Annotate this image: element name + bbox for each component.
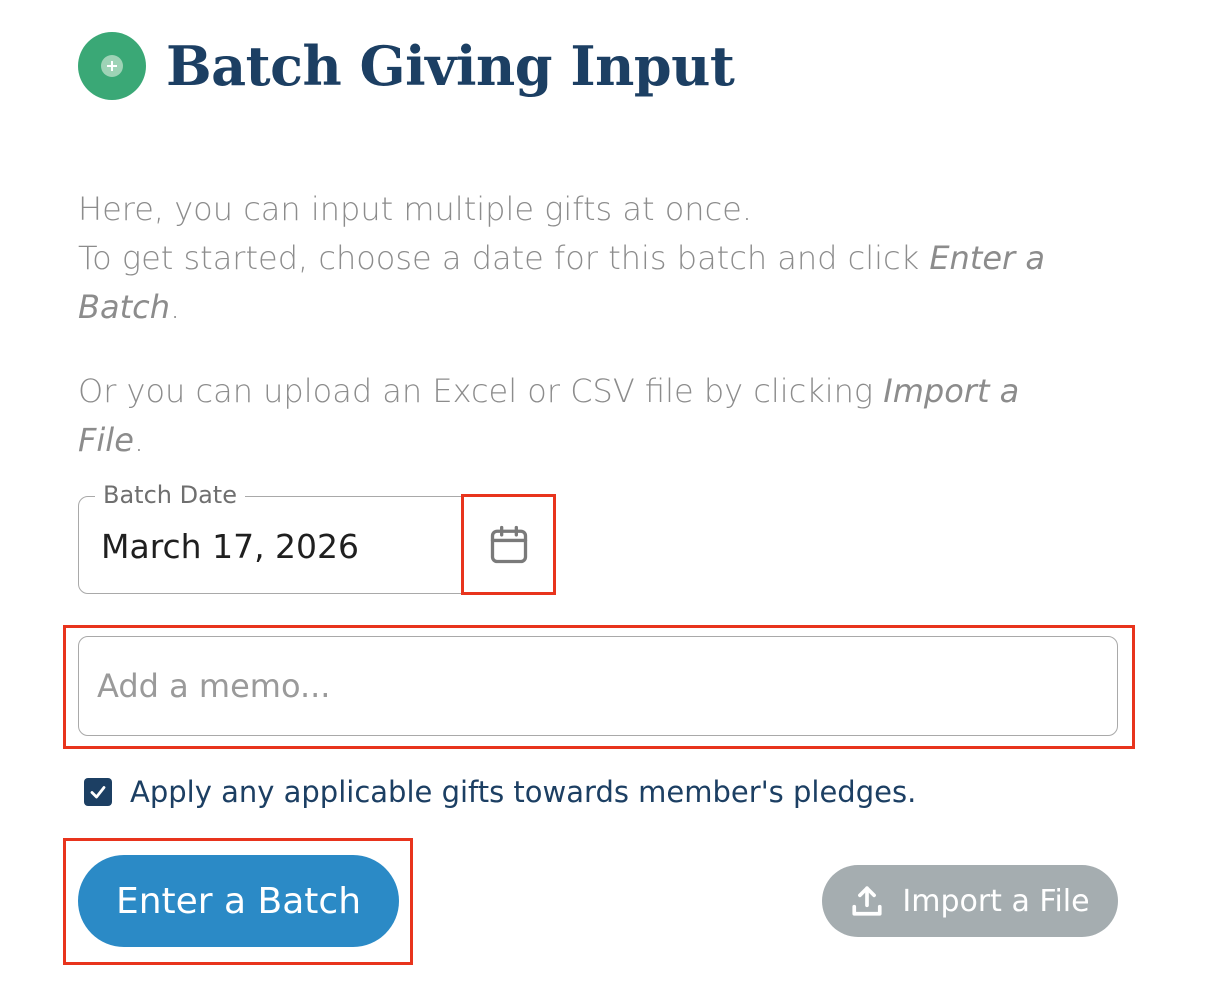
- calendar-button[interactable]: [461, 494, 556, 595]
- import-file-button[interactable]: Import a File: [822, 865, 1118, 937]
- intro-line-2: To get started, choose a date for this b…: [78, 239, 1045, 326]
- intro-line-1: Here, you can input multiple gifts at on…: [78, 190, 753, 228]
- batch-giving-page: Batch Giving Input Here, you can input m…: [0, 0, 1224, 1000]
- page-title: Batch Giving Input: [166, 34, 735, 98]
- checkmark-icon: [90, 786, 106, 799]
- calendar-icon: [490, 525, 527, 563]
- batch-date-label: Batch Date: [95, 481, 245, 509]
- page-header: Batch Giving Input: [78, 32, 735, 100]
- upload-icon: [850, 884, 884, 918]
- enter-batch-button[interactable]: Enter a Batch: [78, 855, 399, 947]
- batch-date-field[interactable]: Batch Date March 17, 2026: [78, 481, 556, 595]
- pledge-option[interactable]: Apply any applicable gifts towards membe…: [84, 775, 916, 809]
- import-file-label: Import a File: [902, 883, 1090, 919]
- pledge-label[interactable]: Apply any applicable gifts towards membe…: [130, 775, 916, 809]
- pledge-checkbox[interactable]: [84, 778, 112, 806]
- intro-line-3: Or you can upload an Excel or CSV file b…: [78, 372, 1020, 459]
- intro-text: Here, you can input multiple gifts at on…: [78, 185, 1078, 465]
- batch-date-value[interactable]: March 17, 2026: [101, 527, 359, 566]
- memo-input[interactable]: [78, 636, 1118, 736]
- plus-circle-icon: [78, 32, 146, 100]
